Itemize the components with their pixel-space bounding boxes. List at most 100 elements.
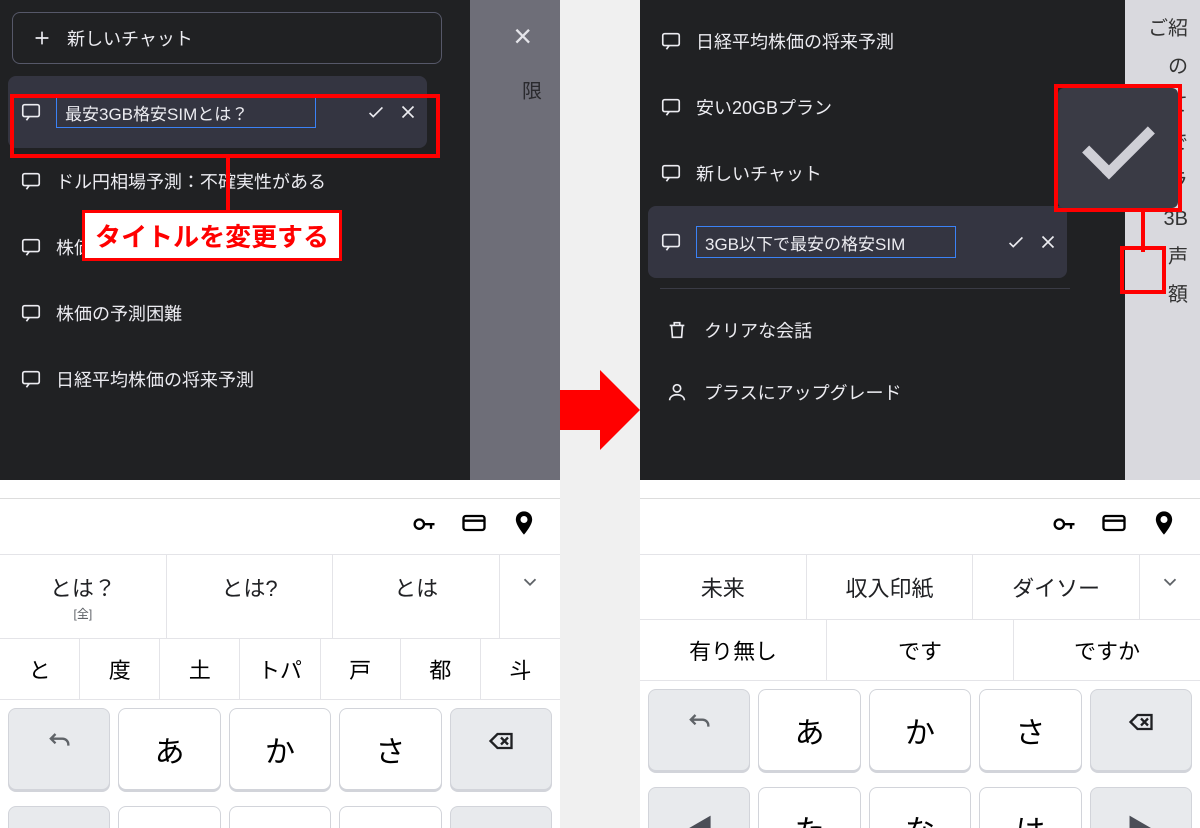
backspace-icon[interactable]	[1090, 689, 1192, 771]
arrow-left-icon[interactable]: ◀	[8, 806, 110, 828]
chat-title: 新しいチャット	[696, 160, 822, 186]
chevron-down-icon[interactable]	[500, 555, 560, 638]
arrow-right-icon[interactable]: ▶	[450, 806, 552, 828]
kb-key[interactable]: あ	[118, 708, 220, 790]
callout-line	[226, 158, 230, 212]
bg-text-fragment: ご紹	[1137, 10, 1188, 48]
kb-suggestion[interactable]: 未来	[640, 555, 807, 619]
kb-key[interactable]: は	[339, 806, 441, 828]
chat-item[interactable]: 株価の予測困難	[8, 280, 427, 346]
chat-title-input[interactable]	[696, 226, 956, 258]
location-pin-icon[interactable]	[510, 509, 538, 544]
kb-suggestion[interactable]: とは	[333, 555, 500, 638]
kb-prediction[interactable]: です	[827, 620, 1014, 680]
arrow-right-icon[interactable]: ▶	[1090, 787, 1192, 828]
bg-text-fragment: の	[1137, 48, 1188, 86]
callout-line-2	[1141, 212, 1145, 252]
chat-item[interactable]: 日経平均株価の将来予測	[648, 8, 1067, 74]
chat-item[interactable]: 新しいチャット	[648, 140, 1067, 206]
upgrade-label: プラスにアップグレード	[704, 379, 902, 405]
chat-bubble-icon	[660, 162, 682, 184]
bg-text: 限	[522, 75, 542, 104]
callout-caption: タイトルを変更する	[82, 210, 342, 261]
kb-prediction[interactable]: 土	[160, 639, 240, 699]
confirm-check-icon[interactable]	[1005, 231, 1027, 253]
undo-icon[interactable]	[8, 708, 110, 790]
kb-suggestion[interactable]: とは？[全]	[0, 555, 167, 638]
kb-key[interactable]: か	[229, 708, 331, 790]
kb-prediction[interactable]: ですか	[1014, 620, 1200, 680]
kb-prediction[interactable]: と	[0, 639, 80, 699]
chat-title: 日経平均株価の将来予測	[56, 366, 254, 392]
soft-keyboard-right: 未来収入印紙ダイソー 有り無しですですか あかさ ◀たなは▶	[640, 498, 1200, 828]
kb-key[interactable]: さ	[339, 708, 441, 790]
kb-key[interactable]: か	[869, 689, 971, 771]
arrow-left-icon[interactable]: ◀	[648, 787, 750, 828]
cancel-x-icon[interactable]	[397, 101, 419, 123]
kb-key[interactable]: あ	[758, 689, 860, 771]
kb-suggestion[interactable]: とは?	[167, 555, 334, 638]
chat-bubble-icon	[20, 236, 42, 258]
chat-title: 日経平均株価の将来予測	[696, 28, 894, 54]
cancel-x-icon[interactable]	[1037, 231, 1059, 253]
chat-bubble-icon	[20, 101, 42, 123]
chat-title: ドル円相場予測：不確実性がある	[56, 168, 326, 194]
card-icon[interactable]	[460, 509, 488, 544]
kb-key[interactable]: な	[869, 787, 971, 828]
left-screenshot: × 限 新しいチャット ドル円相場予測：不確実性がある株価予想不可能株価の予測困…	[0, 0, 560, 828]
bg-text-fragment: て	[1137, 86, 1188, 124]
confirm-check-icon[interactable]	[365, 101, 387, 123]
chevron-down-icon[interactable]	[1140, 555, 1200, 619]
kb-key[interactable]: は	[979, 787, 1081, 828]
chat-item[interactable]: 安い20GBプラン	[648, 74, 1067, 140]
divider	[660, 288, 1070, 289]
chat-bubble-icon	[20, 368, 42, 390]
bg-text-fragment: で	[1137, 124, 1188, 162]
kb-prediction[interactable]: 都	[401, 639, 481, 699]
kb-prediction[interactable]: トパ	[240, 639, 320, 699]
chat-title: 安い20GBプラン	[696, 94, 832, 120]
undo-icon[interactable]	[648, 689, 750, 771]
kb-suggestion[interactable]: 収入印紙	[807, 555, 974, 619]
plus-icon	[31, 27, 53, 49]
card-icon[interactable]	[1100, 509, 1128, 544]
kb-prediction[interactable]: 斗	[481, 639, 560, 699]
upgrade-plus[interactable]: プラスにアップグレード	[648, 361, 1078, 423]
kb-key[interactable]: た	[758, 787, 860, 828]
transition-arrow-icon	[560, 360, 640, 460]
backspace-icon[interactable]	[450, 708, 552, 790]
chat-sidebar-right: ご紹のてでプラ3B声額 日経平均株価の将来予測安い20GBプラン新しいチャット …	[640, 0, 1200, 480]
close-sidebar-button[interactable]: ×	[513, 18, 532, 55]
new-chat-button[interactable]: 新しいチャット	[12, 12, 442, 64]
chat-bubble-icon	[660, 96, 682, 118]
chat-bubble-icon	[20, 302, 42, 324]
kb-prediction[interactable]: 戸	[321, 639, 401, 699]
kb-key[interactable]: た	[118, 806, 220, 828]
key-icon[interactable]	[410, 509, 438, 544]
user-icon	[666, 381, 688, 403]
soft-keyboard-left: とは？[全]とは?とは と度土トパ戸都斗 あかさ ◀ たなは ▶	[0, 498, 560, 828]
chat-item[interactable]: 日経平均株価の将来予測	[8, 346, 427, 412]
location-pin-icon[interactable]	[1150, 509, 1178, 544]
chat-bubble-icon	[660, 30, 682, 52]
key-icon[interactable]	[1050, 509, 1078, 544]
kb-prediction[interactable]: 有り無し	[640, 620, 827, 680]
bg-text-fragment: プラ	[1137, 162, 1188, 200]
chat-bubble-icon	[660, 231, 682, 253]
kb-key[interactable]: さ	[979, 689, 1081, 771]
chat-item-editing[interactable]	[8, 76, 427, 148]
chat-title-input[interactable]	[56, 96, 316, 128]
clear-label: クリアな会話	[704, 317, 812, 343]
chat-item[interactable]: ドル円相場予測：不確実性がある	[8, 148, 427, 214]
kb-prediction[interactable]: 度	[80, 639, 160, 699]
clear-conversations[interactable]: クリアな会話	[648, 299, 1078, 361]
chat-bubble-icon	[20, 170, 42, 192]
background-page-strip: × 限	[470, 0, 560, 480]
chat-item-editing[interactable]	[648, 206, 1067, 278]
background-page-strip: ご紹のてでプラ3B声額	[1125, 0, 1200, 480]
bg-text-fragment: 額	[1137, 276, 1188, 314]
kb-suggestion[interactable]: ダイソー	[973, 555, 1140, 619]
new-chat-label: 新しいチャット	[67, 25, 193, 51]
right-screenshot: ご紹のてでプラ3B声額 日経平均株価の将来予測安い20GBプラン新しいチャット …	[640, 0, 1200, 828]
kb-key[interactable]: な	[229, 806, 331, 828]
